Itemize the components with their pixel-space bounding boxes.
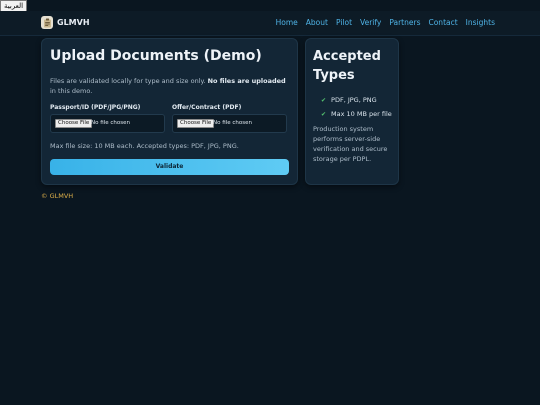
- production-note: Production system performs server-side v…: [313, 125, 388, 163]
- check-icon: ✔: [321, 96, 327, 104]
- passport-file-status: No file chosen: [91, 120, 130, 126]
- offer-choose-file-button[interactable]: Choose File: [177, 119, 215, 128]
- accepted-type-label: Max 10 MB per file: [331, 110, 392, 118]
- accepted-type-label: PDF, JPG, PNG: [331, 96, 377, 104]
- upload-intro: Files are validated locally for type and…: [50, 76, 288, 96]
- nav-link-partners[interactable]: Partners: [389, 18, 420, 27]
- nav-link-pilot[interactable]: Pilot: [336, 18, 352, 27]
- passport-file-input[interactable]: Choose File No file chosen: [50, 114, 165, 133]
- brand-name: GLMVH: [57, 18, 90, 27]
- list-item: ✔ PDF, JPG, PNG: [321, 93, 392, 107]
- footer-copyright: © GLMVH: [41, 192, 74, 200]
- nav-link-verify[interactable]: Verify: [360, 18, 381, 27]
- validate-button[interactable]: Validate: [50, 159, 289, 175]
- top-navbar: GLMVH Home About Pilot Verify Partners C…: [0, 11, 540, 36]
- list-item: ✔ Max 10 MB per file: [321, 107, 392, 121]
- upload-card: Upload Documents (Demo) Files are valida…: [41, 38, 298, 185]
- clipboard-icon: [41, 16, 53, 29]
- max-size-note: Max file size: 10 MB each. Accepted type…: [50, 142, 239, 150]
- accepted-types-title: Accepted Types: [313, 49, 381, 83]
- intro-text: Files are validated locally for type and…: [50, 77, 206, 85]
- upload-title: Upload Documents (Demo): [50, 48, 262, 64]
- offer-file-input[interactable]: Choose File No file chosen: [172, 114, 287, 133]
- offer-field-label: Offer/Contract (PDF): [172, 104, 242, 111]
- passport-field-label: Passport/ID (PDF/JPG/PNG): [50, 104, 141, 111]
- accepted-types-list: ✔ PDF, JPG, PNG ✔ Max 10 MB per file: [321, 93, 392, 121]
- nav-links: Home About Pilot Verify Partners Contact…: [276, 18, 495, 27]
- nav-link-about[interactable]: About: [306, 18, 328, 27]
- check-icon: ✔: [321, 110, 327, 118]
- intro-tail-text: in this demo.: [50, 87, 93, 95]
- nav-link-home[interactable]: Home: [276, 18, 298, 27]
- intro-bold-text: No files are uploaded: [207, 77, 286, 85]
- offer-file-status: No file chosen: [213, 120, 252, 126]
- nav-link-insights[interactable]: Insights: [466, 18, 495, 27]
- nav-link-contact[interactable]: Contact: [428, 18, 457, 27]
- passport-choose-file-button[interactable]: Choose File: [55, 119, 93, 128]
- accepted-types-card: Accepted Types ✔ PDF, JPG, PNG ✔ Max 10 …: [305, 38, 399, 185]
- brand[interactable]: GLMVH: [41, 16, 90, 29]
